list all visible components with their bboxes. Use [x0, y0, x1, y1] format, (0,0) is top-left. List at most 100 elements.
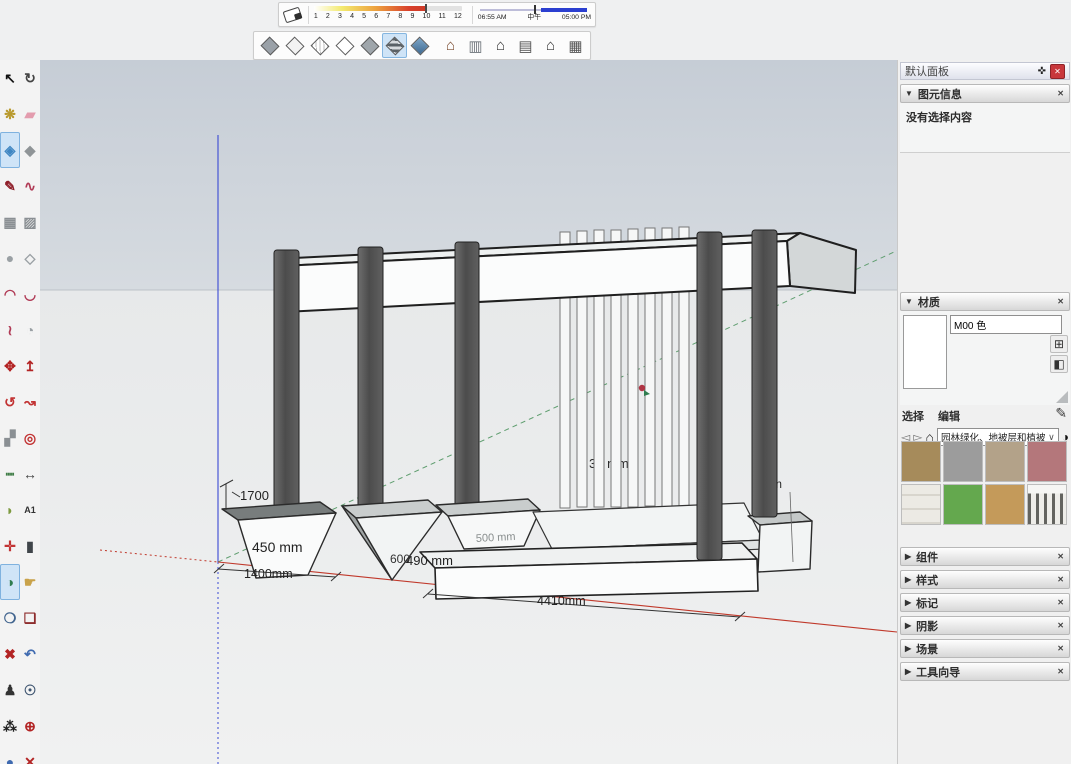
scale-tool[interactable]: ▞: [0, 420, 20, 456]
close-entity-info-button[interactable]: ✕: [1056, 89, 1065, 98]
back-view-icon[interactable]: ⌂: [538, 33, 563, 58]
right-view-icon[interactable]: ▤: [513, 33, 538, 58]
material-swatch-sand-tan[interactable]: [985, 484, 1025, 525]
target-tool[interactable]: ⊕: [20, 708, 40, 744]
iso-view-icon[interactable]: ⌂: [438, 33, 463, 58]
follow-me-tool[interactable]: ↝: [20, 384, 40, 420]
material-swatch-rose-solid[interactable]: [1027, 441, 1067, 482]
create-material-button[interactable]: ⊞: [1050, 335, 1068, 353]
zoom-previous-tool[interactable]: ↶: [20, 636, 40, 672]
material-swatch-cobblestone[interactable]: [985, 441, 1025, 482]
dimension-tool[interactable]: ↔: [20, 456, 40, 492]
rotate-tool[interactable]: ↺: [0, 384, 20, 420]
shaded-with-textures-mode-icon[interactable]: [382, 33, 407, 58]
entity-info-header[interactable]: ▼ 图元信息 ✕: [900, 84, 1070, 103]
month-tick: 12: [454, 12, 462, 22]
text-tool[interactable]: A1: [20, 492, 40, 528]
panel-section-components[interactable]: ▶组件✕: [900, 547, 1070, 566]
panel-section-shadows[interactable]: ▶阴影✕: [900, 616, 1070, 635]
move-tool[interactable]: ✥: [0, 348, 20, 384]
orbit-arc-tool[interactable]: ↻: [20, 60, 40, 96]
close-section-button[interactable]: ✕: [1056, 552, 1065, 561]
paint-with-material-button[interactable]: ◧: [1050, 355, 1068, 373]
close-section-button[interactable]: ✕: [1056, 644, 1065, 653]
tray-title-bar[interactable]: 默认面板 ✜ ✕: [900, 62, 1070, 80]
tape-measure-tool[interactable]: ┉: [0, 456, 20, 492]
material-swatch-gravel-gray[interactable]: [943, 441, 983, 482]
zoom-tool[interactable]: ❍: [0, 600, 20, 636]
panel-section-instructor[interactable]: ▶工具向导✕: [900, 662, 1070, 681]
back-edges-icon[interactable]: [282, 33, 307, 58]
materials-title: 材质: [918, 294, 1056, 310]
curve-tool[interactable]: ≀: [0, 312, 20, 348]
shadow-time-slider[interactable]: 06:55 AM 中午 05:00 PM: [476, 3, 593, 26]
style-and-views-toolbar: ⌂▥⌂▤⌂▦: [253, 31, 591, 60]
circle-tool[interactable]: ●: [0, 240, 20, 276]
cut-tool[interactable]: ✕: [20, 744, 40, 764]
material-swatch-gravel-brown[interactable]: [901, 441, 941, 482]
left-view-icon[interactable]: ▦: [563, 33, 588, 58]
hidden-line-mode-icon[interactable]: [332, 33, 357, 58]
tab-select[interactable]: 选择: [902, 408, 924, 423]
tab-edit[interactable]: 编辑: [938, 408, 960, 423]
freehand-tool[interactable]: ∿: [20, 168, 40, 204]
wireframe-mode-icon[interactable]: [307, 33, 332, 58]
orbit-tool[interactable]: ◑: [0, 564, 20, 600]
panel-section-scenes[interactable]: ▶场景✕: [900, 639, 1070, 658]
material-swatch-grass-green[interactable]: [943, 484, 983, 525]
eraser-tool[interactable]: ▰: [20, 96, 40, 132]
toggle-shadows-button[interactable]: [281, 3, 305, 26]
panel-section-styles[interactable]: ▶样式✕: [900, 570, 1070, 589]
section-plane-tool[interactable]: ▮: [20, 528, 40, 564]
paint-bucket-tool[interactable]: ❋: [0, 96, 20, 132]
panel-section-tags[interactable]: ▶标记✕: [900, 593, 1070, 612]
time-noon-label: 中午: [527, 13, 541, 22]
polygon-tool[interactable]: ◇: [20, 240, 40, 276]
shadow-date-slider[interactable]: 123456789101112: [312, 3, 469, 26]
model-viewport[interactable]: 39 mm: [40, 60, 897, 764]
zoom-extents-tool[interactable]: ✖: [0, 636, 20, 672]
pencil-line-tool[interactable]: ✎: [0, 168, 20, 204]
close-section-button[interactable]: ✕: [1056, 598, 1065, 607]
pie-tool[interactable]: ◔: [20, 312, 40, 348]
close-section-button[interactable]: ✕: [1056, 575, 1065, 584]
material-swatch-fence-white[interactable]: [1027, 484, 1067, 525]
close-section-button[interactable]: ✕: [1056, 621, 1065, 630]
front-view-icon[interactable]: ⌂: [488, 33, 513, 58]
sphere-tool[interactable]: ●: [0, 744, 20, 764]
materials-body: ⊞ ◧: [900, 311, 1070, 405]
pan-tool[interactable]: ☛: [20, 564, 40, 600]
materials-header[interactable]: ▼ 材质 ✕: [900, 292, 1070, 311]
zoom-window-tool[interactable]: ❑: [20, 600, 40, 636]
look-around-tool[interactable]: ☉: [20, 672, 40, 708]
push-pull-wedge-tool[interactable]: ◆: [20, 132, 40, 168]
column-1: [274, 250, 299, 517]
top-view-icon[interactable]: ▥: [463, 33, 488, 58]
material-preview: [903, 315, 947, 389]
close-section-button[interactable]: ✕: [1056, 667, 1065, 676]
xray-mode-icon[interactable]: [257, 33, 282, 58]
select-tool[interactable]: ↖: [0, 60, 20, 96]
resize-grip[interactable]: [1056, 391, 1068, 403]
close-tray-button[interactable]: ✕: [1050, 64, 1065, 79]
rectangle-tool[interactable]: ▦: [0, 204, 20, 240]
two-point-arc-tool[interactable]: ◡: [20, 276, 40, 312]
shaded-mode-icon[interactable]: [357, 33, 382, 58]
monochrome-mode-icon[interactable]: [407, 33, 432, 58]
month-tick: 9: [410, 12, 414, 22]
eyedropper-icon[interactable]: ✐: [1052, 407, 1069, 419]
textured-box-tool[interactable]: ◈: [0, 132, 20, 168]
axes-tool[interactable]: ✛: [0, 528, 20, 564]
offset-tool[interactable]: ◎: [20, 420, 40, 456]
protractor-tool[interactable]: ◗: [0, 492, 20, 528]
rotated-rectangle-tool[interactable]: ▨: [20, 204, 40, 240]
walk-tool[interactable]: ⁂: [0, 708, 20, 744]
pin-icon[interactable]: ✜: [1038, 66, 1046, 77]
push-pull-tool[interactable]: ↥: [20, 348, 40, 384]
close-materials-button[interactable]: ✕: [1056, 297, 1065, 306]
material-swatch-pavers-white[interactable]: [901, 484, 941, 525]
position-camera-tool[interactable]: ♟: [0, 672, 20, 708]
tray-title: 默认面板: [905, 63, 949, 79]
arc-tool[interactable]: ◠: [0, 276, 20, 312]
material-name-input[interactable]: [950, 315, 1062, 334]
